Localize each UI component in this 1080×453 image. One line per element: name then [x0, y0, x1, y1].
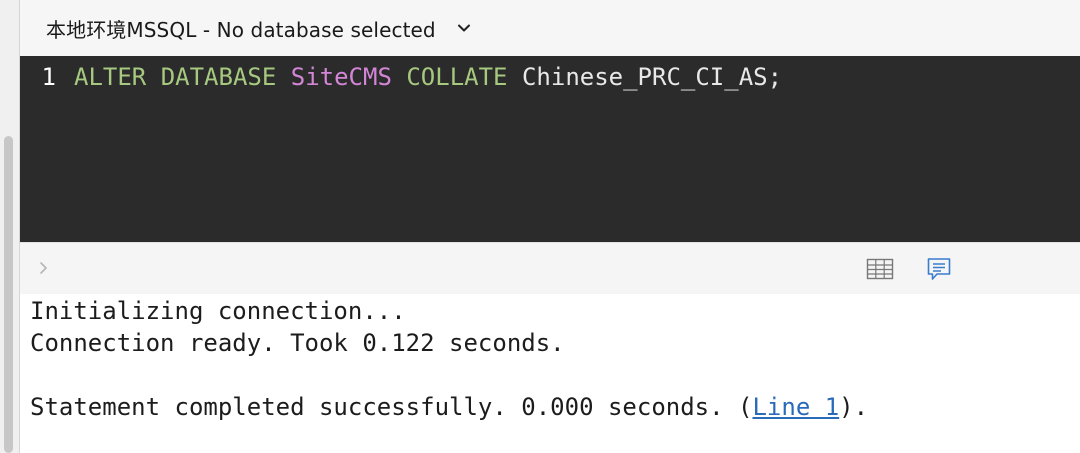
connection-bar: 本地环境MSSQL - No database selected [20, 0, 1080, 56]
connection-selector[interactable]: 本地环境MSSQL - No database selected [46, 8, 472, 48]
status-suffix: ). [839, 393, 869, 421]
line-number: 1 [41, 63, 56, 91]
keyword-token: ALTER DATABASE [74, 63, 277, 91]
messages-output: Initializing connection... Connection re… [20, 294, 1080, 453]
results-toolbar [20, 242, 1080, 294]
chevron-right-icon[interactable] [38, 259, 50, 277]
line-link[interactable]: Line 1 [752, 393, 839, 421]
collation-token: Chinese_PRC_CI_AS; [507, 63, 783, 91]
status-text: Statement completed successfully. 0.000 … [30, 393, 753, 421]
output-line: Connection ready. Took 0.122 seconds. [30, 329, 565, 357]
chevron-down-icon[interactable] [456, 20, 472, 36]
identifier-token: SiteCMS [290, 63, 392, 91]
vertical-scrollbar[interactable] [4, 136, 13, 453]
message-icon[interactable] [926, 256, 952, 282]
output-line: Statement completed successfully. 0.000 … [30, 392, 868, 422]
table-grid-icon[interactable] [866, 257, 894, 281]
sql-editor[interactable]: 1 ALTER DATABASE SiteCMS COLLATE Chinese_… [20, 56, 1080, 242]
code-line[interactable]: 1 ALTER DATABASE SiteCMS COLLATE Chinese_… [20, 60, 783, 94]
left-gutter [0, 0, 20, 453]
connection-title: 本地环境MSSQL - No database selected [46, 17, 436, 42]
output-line: Initializing connection... [30, 297, 406, 325]
keyword-token: COLLATE [406, 63, 508, 91]
